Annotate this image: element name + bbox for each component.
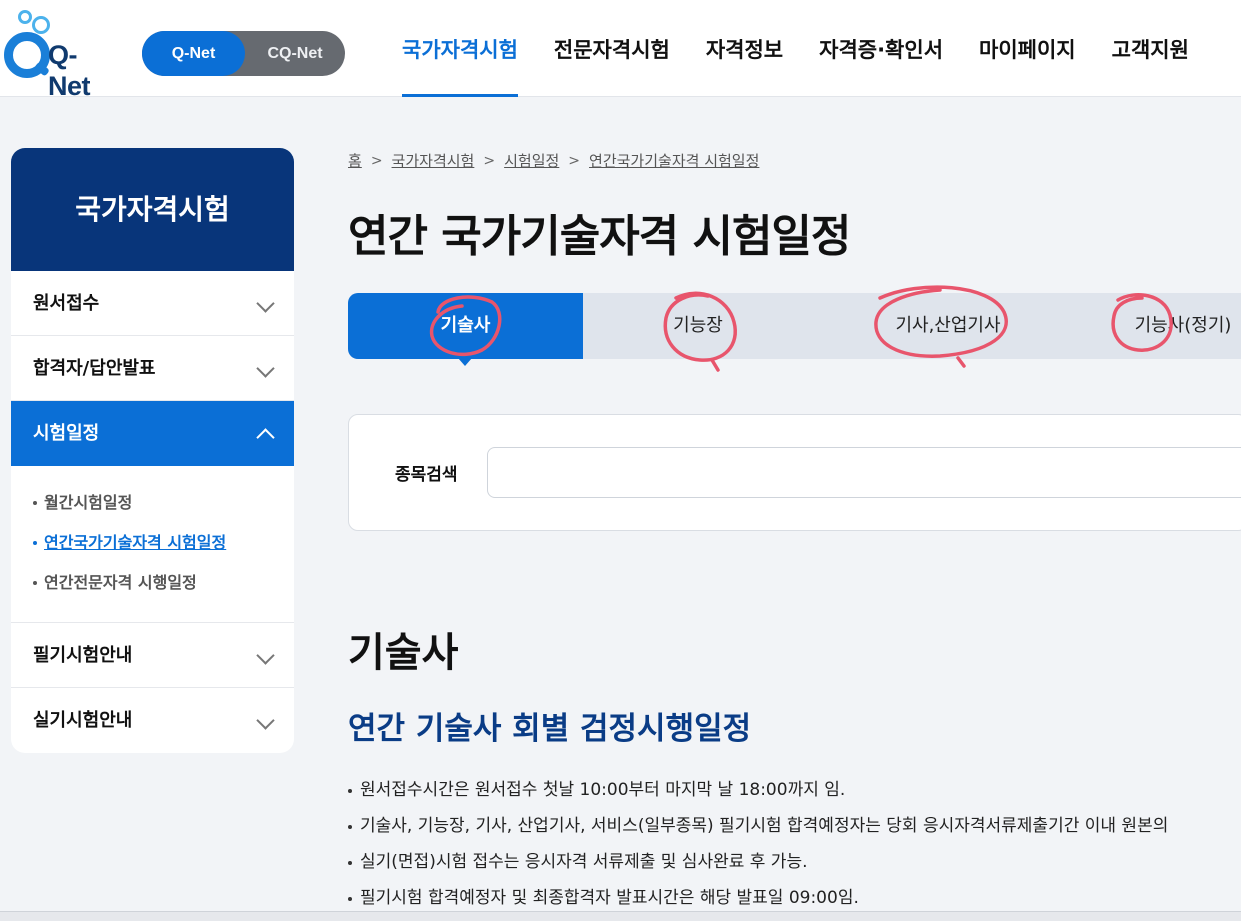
notice-list: 원서접수시간은 원서접수 첫날 10:00부터 마지막 날 18:00까지 임.… — [346, 772, 1241, 916]
nav-certificates[interactable]: 자격증·확인서 — [801, 0, 961, 97]
category-tabs: 기술사 기능장 기사,산업기사 기능사(정기) — [348, 293, 1241, 366]
breadcrumb-home[interactable]: 홈 — [348, 150, 362, 171]
logo-bubble-small — [18, 10, 32, 24]
qnet-logo[interactable]: Q-Net — [4, 10, 114, 101]
chevron-down-icon — [256, 359, 275, 378]
notice-item: 원서접수시간은 원서접수 첫날 10:00부터 마지막 날 18:00까지 임. — [346, 772, 1241, 808]
section-subtitle: 연간 기술사 회별 검정시행일정 — [348, 711, 752, 747]
sidebar-item-written-guide[interactable]: 필기시험안내 — [11, 623, 294, 688]
logo-q-mark — [4, 32, 50, 78]
chevron-right-icon: > — [568, 152, 581, 169]
tab-craftsman-regular[interactable]: 기능사(정기) — [1083, 293, 1241, 359]
sidebar-item-schedule[interactable]: 시험일정 — [11, 401, 294, 466]
section-title: 기술사 — [348, 630, 459, 676]
submenu-annual-professional-schedule[interactable]: 연간전문자격 시행일정 — [11, 568, 294, 608]
sidebar-item-label: 필기시험안내 — [33, 645, 133, 666]
chevron-down-icon — [256, 711, 275, 730]
breadcrumb-national-exam[interactable]: 국가자격시험 — [392, 150, 475, 171]
subject-search-panel: 종목검색 — [348, 414, 1241, 531]
logo-text: Q-Net — [48, 40, 91, 101]
sidebar-item-results[interactable]: 합격자/답안발표 — [11, 336, 294, 401]
sidebar-item-label: 실기시험안내 — [33, 710, 133, 731]
submenu-annual-technical-schedule[interactable]: 연간국가기술자격 시험일정 — [11, 528, 294, 568]
site-toggle: Q-Net CQ-Net — [142, 31, 345, 76]
window-bottom-edge — [0, 911, 1241, 921]
sidebar-item-practical-guide[interactable]: 실기시험안내 — [11, 688, 294, 753]
nav-mypage[interactable]: 마이페이지 — [961, 0, 1094, 97]
nav-support[interactable]: 고객지원 — [1094, 0, 1207, 97]
sidebar-submenu: 월간시험일정 연간국가기술자격 시험일정 연간전문자격 시행일정 — [11, 466, 294, 623]
sidebar-item-application[interactable]: 원서접수 — [11, 271, 294, 336]
submenu-monthly-schedule[interactable]: 월간시험일정 — [11, 488, 294, 528]
sidebar-item-label: 원서접수 — [33, 293, 100, 314]
chevron-right-icon: > — [370, 152, 383, 169]
chevron-up-icon — [256, 428, 275, 447]
sidebar-item-label: 시험일정 — [33, 423, 100, 444]
nav-professional-exam[interactable]: 전문자격시험 — [536, 0, 688, 97]
search-label: 종목검색 — [395, 465, 458, 485]
main-nav: 국가자격시험 전문자격시험 자격정보 자격증·확인서 마이페이지 고객지원 — [384, 0, 1207, 97]
chevron-right-icon: > — [483, 152, 496, 169]
sidebar-item-label: 합격자/답안발표 — [33, 358, 156, 379]
nav-qualification-info[interactable]: 자격정보 — [688, 0, 801, 97]
logo-bubble-large — [32, 16, 50, 34]
tab-master-craftsman[interactable]: 기능장 — [583, 293, 813, 359]
toggle-qnet[interactable]: Q-Net — [142, 31, 245, 76]
chevron-down-icon — [256, 646, 275, 665]
chevron-down-icon — [256, 294, 275, 313]
subject-search-input[interactable] — [487, 447, 1241, 498]
breadcrumb: 홈 > 국가자격시험 > 시험일정 > 연간국가기술자격 시험일정 — [348, 150, 759, 171]
page-title: 연간 국가기술자격 시험일정 — [348, 211, 851, 262]
sidebar-title: 국가자격시험 — [11, 148, 294, 271]
header: Q-Net Q-Net CQ-Net 국가자격시험 전문자격시험 자격정보 자격… — [0, 0, 1241, 101]
breadcrumb-schedule[interactable]: 시험일정 — [504, 150, 559, 171]
sidebar: 국가자격시험 원서접수 합격자/답안발표 시험일정 월간시험일정 연간국가기술자… — [11, 148, 294, 753]
tab-professional-engineer[interactable]: 기술사 — [348, 293, 583, 366]
nav-national-exam[interactable]: 국가자격시험 — [384, 0, 536, 97]
breadcrumb-current[interactable]: 연간국가기술자격 시험일정 — [589, 150, 759, 171]
notice-item: 기술사, 기능장, 기사, 산업기사, 서비스(일부종목) 필기시험 합격예정자… — [346, 808, 1241, 844]
toggle-cqnet[interactable]: CQ-Net — [245, 31, 345, 76]
notice-item: 실기(면접)시험 접수는 응시자격 서류제출 및 심사완료 후 가능. — [346, 844, 1241, 880]
tab-engineer-industrial-engineer[interactable]: 기사,산업기사 — [813, 293, 1083, 359]
